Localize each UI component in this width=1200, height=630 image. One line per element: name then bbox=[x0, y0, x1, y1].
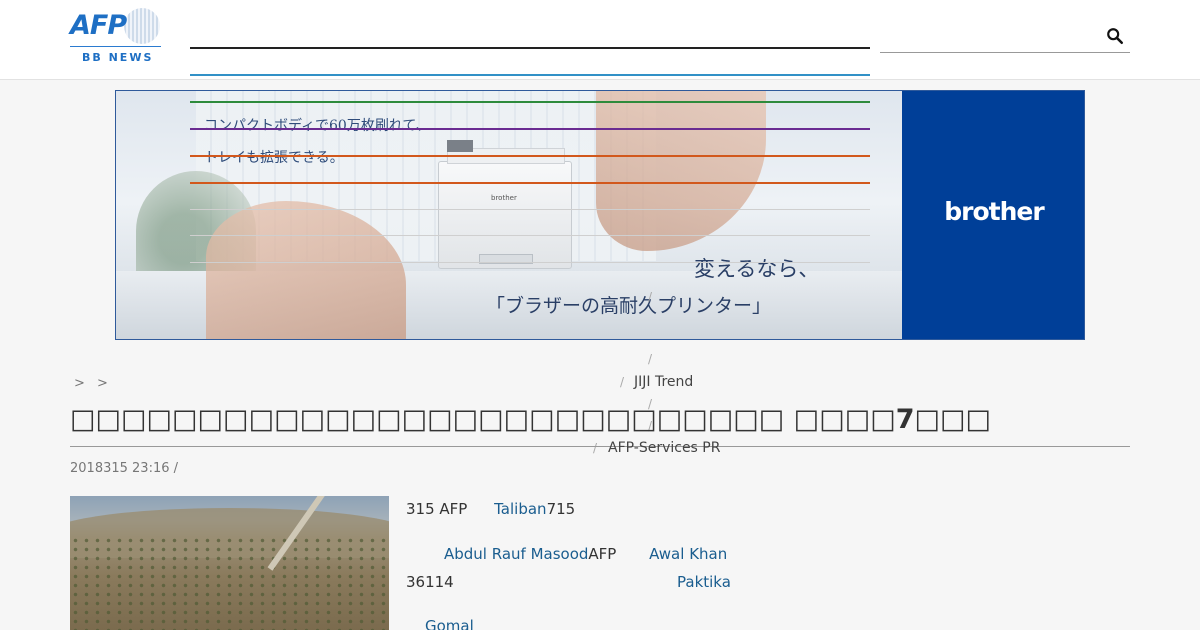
gomal-link[interactable]: Gomal bbox=[425, 617, 474, 630]
ad-copy-line2: トレイも拡張できる。 bbox=[204, 150, 344, 166]
nav-bar-underline bbox=[190, 74, 870, 76]
ad-copy-line1: コンパクトボディで60万枚刷れて、 bbox=[204, 118, 430, 134]
search-input[interactable] bbox=[880, 22, 1100, 52]
search-box bbox=[880, 22, 1130, 53]
afp-services-pr-link[interactable]: AFP-Services PR bbox=[608, 440, 720, 456]
breadcrumb-separator: > bbox=[74, 376, 85, 391]
body-text: 315 AFP bbox=[406, 500, 468, 518]
menu-line-gray bbox=[190, 262, 870, 263]
photo-shrubs bbox=[70, 536, 389, 630]
menu-line-green bbox=[190, 101, 870, 103]
menu-separator: / bbox=[648, 352, 653, 366]
article-line-2: Abdul Rauf MasoodAFP Awal Khan bbox=[444, 545, 727, 563]
menu-separator: / bbox=[620, 375, 625, 389]
menu-line-gray bbox=[190, 209, 870, 210]
ad-hand-right bbox=[596, 91, 766, 251]
logo-afp-text: AFP bbox=[70, 10, 127, 41]
paktika-link[interactable]: Paktika bbox=[677, 573, 731, 591]
menu-separator: / bbox=[593, 441, 598, 455]
jiji-trend-link[interactable]: JIJI Trend bbox=[634, 374, 693, 390]
menu-line-orange bbox=[190, 155, 870, 157]
ad-printer-image: brother bbox=[438, 140, 572, 269]
title-divider bbox=[70, 446, 1130, 447]
logo-divider bbox=[70, 46, 161, 47]
ad-tagline1: 変えるなら、 bbox=[694, 257, 820, 281]
breadcrumb-separator: > bbox=[97, 376, 108, 391]
body-text: AFP bbox=[588, 545, 617, 563]
article-photo[interactable] bbox=[70, 496, 389, 630]
ad-printer-brand: brother bbox=[491, 194, 517, 202]
taliban-link[interactable]: Taliban bbox=[494, 500, 546, 518]
menu-separator: / bbox=[648, 290, 653, 304]
brother-logo: brother bbox=[944, 197, 1044, 226]
globe-icon bbox=[124, 8, 160, 44]
afp-bb-news-logo[interactable]: AFP BB NEWS bbox=[70, 8, 162, 64]
article-line-1: 315 AFP Taliban715 bbox=[406, 500, 575, 518]
logo-subtitle: BB NEWS bbox=[82, 51, 154, 64]
menu-line-purple bbox=[190, 128, 870, 130]
ad-printer-panel bbox=[447, 140, 473, 152]
menu-line-orange bbox=[190, 182, 870, 184]
abdul-rauf-masood-link[interactable]: Abdul Rauf Masood bbox=[444, 545, 588, 563]
ad-tagline2: 「ブラザーの高耐久プリンター」 bbox=[486, 295, 772, 317]
body-text: 715 bbox=[546, 500, 576, 518]
ad-brand-panel: brother bbox=[902, 91, 1084, 339]
body-text: 36114 bbox=[406, 573, 454, 591]
awal-khan-link[interactable]: Awal Khan bbox=[649, 545, 727, 563]
breadcrumb: > > bbox=[74, 376, 116, 391]
menu-line-gray bbox=[190, 235, 870, 236]
article-title: □□□□□□□□□□□□□□□□□□□□□□□□□□□□ □□□□7□□□ bbox=[70, 404, 992, 435]
article-meta: 2018315 23:16 / bbox=[70, 461, 179, 476]
search-icon[interactable] bbox=[1106, 27, 1124, 45]
site-header: AFP BB NEWS bbox=[0, 0, 1200, 80]
nav-bar-divider bbox=[190, 47, 870, 49]
